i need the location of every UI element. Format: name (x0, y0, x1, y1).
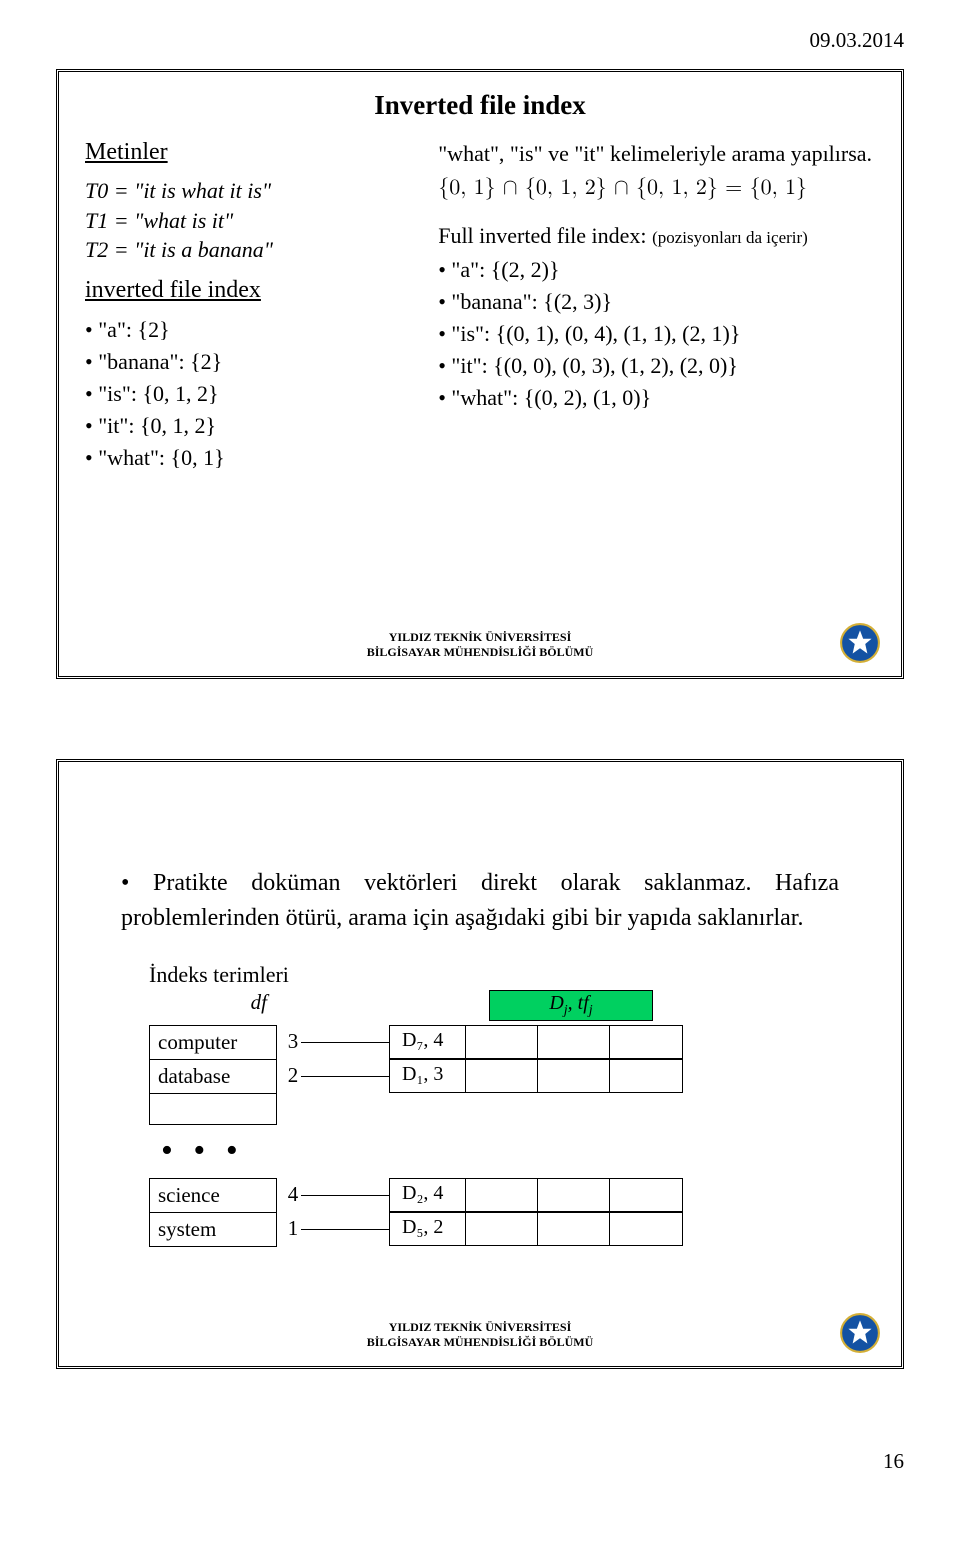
slide1-title: Inverted file index (85, 90, 875, 121)
term-cell: computer (149, 1025, 277, 1060)
text-t2: T2 = "it is a banana" (85, 235, 428, 265)
posting-list: D₁, 3 (389, 1059, 683, 1093)
posting-cell-empty (466, 1179, 538, 1211)
slide1-footer: YILDIZ TEKNİK ÜNİVERSİTESİ BİLGİSAYAR MÜ… (59, 630, 901, 660)
slide1-right-column: "what", "is" ve "it" kelimeleriyle arama… (438, 139, 875, 478)
posting-cell-empty (538, 1060, 610, 1092)
list-item: "is": {0, 1, 2} (85, 378, 428, 410)
page-number: 16 (56, 1449, 904, 1474)
full-heading-pre: Full inverted file index: (438, 223, 652, 248)
full-inverted-heading: Full inverted file index: (pozisyonları … (438, 221, 875, 251)
list-item: "banana": {2} (85, 346, 428, 378)
metinler-heading: Metinler (85, 139, 428, 166)
full-inverted-list: "a": {(2, 2)} "banana": {(2, 3)} "is": {… (438, 254, 875, 413)
table-row-empty (149, 1093, 875, 1124)
connector-line (309, 1178, 389, 1212)
list-item: "a": {2} (85, 314, 428, 346)
slide-2: Pratikte doküman vektörleri direkt olara… (56, 759, 904, 1369)
table-header-row: df Dj, tfj (149, 990, 875, 1021)
posting-cell: D₂, 4 (390, 1179, 466, 1211)
ellipsis-row (161, 1134, 875, 1168)
term-cell: database (149, 1059, 277, 1094)
connector-line (309, 1212, 389, 1246)
posting-cell-empty (466, 1026, 538, 1058)
list-item: "it": {0, 1, 2} (85, 410, 428, 442)
posting-cell-empty (610, 1179, 682, 1211)
list-item: "what": {(0, 2), (1, 0)} (438, 382, 875, 414)
posting-cell-empty (538, 1213, 610, 1245)
posting-cell-empty (466, 1060, 538, 1092)
posting-header: Dj, tfj (489, 990, 653, 1021)
posting-cell-empty (538, 1026, 610, 1058)
posting-cell-empty (538, 1179, 610, 1211)
slide1-left-column: Metinler T0 = "it is what it is" T1 = "w… (85, 139, 428, 478)
posting-list: D₇, 4 (389, 1025, 683, 1059)
list-item: "a": {(2, 2)} (438, 254, 875, 286)
list-item: "what": {0, 1} (85, 442, 428, 474)
university-logo-icon (839, 1312, 881, 1354)
inverted-index-list: "a": {2} "banana": {2} "is": {0, 1, 2} "… (85, 314, 428, 473)
posting-cell: D₇, 4 (390, 1026, 466, 1058)
footer-line1: YILDIZ TEKNİK ÜNİVERSİTESİ (59, 630, 901, 645)
table-row: system 1 D₅, 2 (149, 1212, 875, 1246)
footer-line2: BİLGİSAYAR MÜHENDİSLİĞİ BÖLÜMÜ (59, 1335, 901, 1350)
footer-line2: BİLGİSAYAR MÜHENDİSLİĞİ BÖLÜMÜ (59, 645, 901, 660)
posting-list: D₅, 2 (389, 1212, 683, 1246)
posting-cell: D₅, 2 (390, 1213, 466, 1245)
posting-header-tf-sub: j (589, 1003, 593, 1018)
posting-header-tf: , tf (568, 992, 589, 1014)
slide2-footer: YILDIZ TEKNİK ÜNİVERSİTESİ BİLGİSAYAR MÜ… (59, 1320, 901, 1350)
term-cell-empty (149, 1093, 277, 1125)
term-cell: science (149, 1178, 277, 1213)
table-row: science 4 D₂, 4 (149, 1178, 875, 1212)
posting-list: D₂, 4 (389, 1178, 683, 1212)
posting-cell-empty (466, 1213, 538, 1245)
posting-header-d: D (549, 992, 563, 1014)
intersection-formula: {0, 1} ∩ {0, 1, 2} ∩ {0, 1, 2} = {0, 1} (438, 175, 875, 201)
table-row: computer 3 D₇, 4 (149, 1025, 875, 1059)
posting-cell-empty (610, 1213, 682, 1245)
posting-cell: D₁, 3 (390, 1060, 466, 1092)
text-t1: T1 = "what is it" (85, 206, 428, 236)
list-item: "it": {(0, 0), (0, 3), (1, 2), (2, 0)} (438, 350, 875, 382)
search-note: "what", "is" ve "it" kelimeleriyle arama… (438, 139, 875, 169)
footer-line1: YILDIZ TEKNİK ÜNİVERSİTESİ (59, 1320, 901, 1335)
table-row: database 2 D₁, 3 (149, 1059, 875, 1093)
page: 09.03.2014 Inverted file index Metinler … (0, 0, 960, 1514)
posting-cell-empty (610, 1026, 682, 1058)
slide-1: Inverted file index Metinler T0 = "it is… (56, 69, 904, 679)
list-item: "is": {(0, 1), (0, 4), (1, 1), (2, 1)} (438, 318, 875, 350)
posting-cell-empty (610, 1060, 682, 1092)
df-header: df (149, 990, 309, 1021)
page-date: 09.03.2014 (56, 28, 904, 53)
text-t0: T0 = "it is what it is" (85, 176, 428, 206)
university-logo-icon (839, 622, 881, 664)
connector-line (309, 1059, 389, 1093)
connector-line (309, 1025, 389, 1059)
slide2-paragraph: Pratikte doküman vektörleri direkt olara… (121, 866, 875, 936)
full-heading-note: (pozisyonları da içerir) (652, 228, 808, 247)
list-item: "banana": {(2, 3)} (438, 286, 875, 318)
index-terms-label: İndeks terimleri (149, 962, 875, 988)
inverted-file-index-heading: inverted file index (85, 277, 428, 304)
term-cell: system (149, 1212, 277, 1247)
